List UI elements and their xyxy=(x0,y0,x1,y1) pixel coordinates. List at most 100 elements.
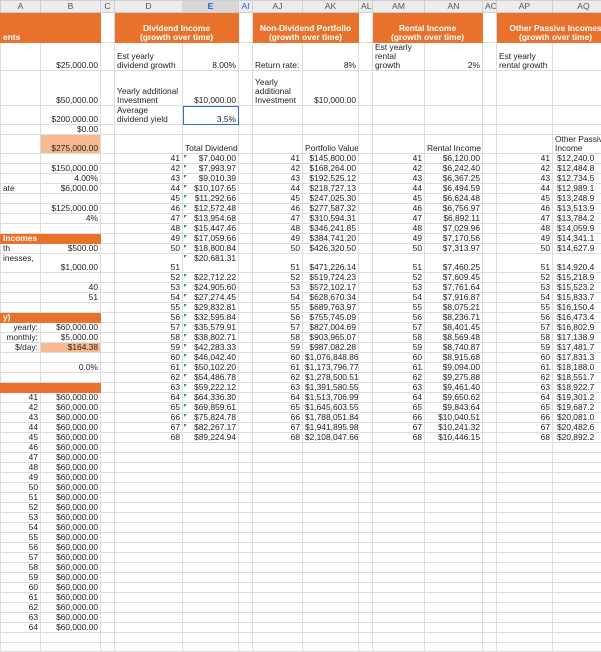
cell[interactable] xyxy=(115,125,183,135)
cell[interactable] xyxy=(303,106,359,125)
dividend-growth-label[interactable]: Est yearly dividend growth xyxy=(115,43,183,71)
cell[interactable] xyxy=(239,563,253,573)
cell[interactable] xyxy=(101,583,115,593)
age-cell[interactable]: 66 xyxy=(115,413,183,423)
cell[interactable] xyxy=(359,503,373,513)
cell[interactable] xyxy=(483,603,497,613)
cell[interactable] xyxy=(115,513,183,523)
cell[interactable] xyxy=(425,463,483,473)
cell[interactable] xyxy=(183,125,239,135)
other-income-value-cell[interactable]: $12,734.5 xyxy=(553,174,601,184)
age-cell[interactable]: 51 xyxy=(373,254,425,273)
cell[interactable] xyxy=(239,433,253,443)
cell[interactable] xyxy=(101,214,115,224)
cell[interactable] xyxy=(373,473,425,483)
cell[interactable] xyxy=(425,563,483,573)
cell[interactable] xyxy=(553,553,601,563)
portfolio-additional-input[interactable]: $10,000.00 xyxy=(303,71,359,106)
cell[interactable] xyxy=(425,473,483,483)
cell[interactable] xyxy=(303,443,359,453)
cell[interactable] xyxy=(253,125,303,135)
other-income-value-cell[interactable]: $17,138.9 xyxy=(553,333,601,343)
other-income-value-cell[interactable]: $19,301.2 xyxy=(553,393,601,403)
cell[interactable] xyxy=(183,533,239,543)
cell[interactable] xyxy=(483,483,497,493)
cell[interactable] xyxy=(553,523,601,533)
age-cell[interactable]: 61 xyxy=(1,593,41,603)
cell[interactable] xyxy=(373,573,425,583)
cell[interactable] xyxy=(359,583,373,593)
cell[interactable] xyxy=(303,583,359,593)
column-header-an[interactable]: AN xyxy=(425,1,483,13)
cell[interactable] xyxy=(101,633,115,643)
cell[interactable] xyxy=(101,353,115,363)
age-cell[interactable]: 64 xyxy=(497,393,553,403)
value-cell[interactable]: $25,000.00 xyxy=(41,43,101,71)
age-cell[interactable]: 45 xyxy=(253,194,303,204)
dividend-value-cell[interactable]: $20,681.31 xyxy=(183,254,239,273)
cell[interactable] xyxy=(359,493,373,503)
portfolio-value-cell[interactable]: $346,241.85 xyxy=(303,224,359,234)
cell[interactable] xyxy=(303,523,359,533)
label-cell[interactable] xyxy=(1,194,41,204)
cell[interactable] xyxy=(239,154,253,164)
cell[interactable] xyxy=(425,523,483,533)
age-cell[interactable]: 44 xyxy=(253,184,303,194)
cell[interactable] xyxy=(101,543,115,553)
cell[interactable] xyxy=(183,453,239,463)
dividend-value-cell[interactable]: $29,832.81 xyxy=(183,303,239,313)
age-cell[interactable]: 47 xyxy=(1,453,41,463)
other-income-value-cell[interactable]: $14,920.4 xyxy=(553,254,601,273)
rental-value-cell[interactable]: $9,275.88 xyxy=(425,373,483,383)
cell[interactable] xyxy=(303,573,359,583)
cell[interactable] xyxy=(303,642,359,652)
age-cell[interactable]: 49 xyxy=(253,234,303,244)
portfolio-value-cell[interactable]: $1,278,500.51 xyxy=(303,373,359,383)
cell[interactable] xyxy=(359,393,373,403)
cell[interactable] xyxy=(483,184,497,194)
cell[interactable] xyxy=(183,573,239,583)
age-cell[interactable]: 44 xyxy=(1,423,41,433)
cell[interactable] xyxy=(239,224,253,234)
cell[interactable] xyxy=(115,543,183,553)
age-cell[interactable]: 54 xyxy=(115,293,183,303)
cell[interactable] xyxy=(115,573,183,583)
value-cell[interactable]: $500.00 xyxy=(41,244,101,254)
rental-value-cell[interactable]: $6,756.97 xyxy=(425,204,483,214)
cell[interactable] xyxy=(239,642,253,652)
cell[interactable] xyxy=(1,633,41,643)
dividend-value-cell[interactable]: $54,486.78 xyxy=(183,373,239,383)
portfolio-value-cell[interactable]: $168,264.00 xyxy=(303,164,359,174)
expense-cell[interactable]: $60,000.00 xyxy=(41,483,101,493)
dividend-value-cell[interactable]: $59,222.12 xyxy=(183,383,239,393)
cell[interactable] xyxy=(359,353,373,363)
value-cell[interactable]: $60,000.00 xyxy=(41,323,101,333)
cell[interactable] xyxy=(359,533,373,543)
cell[interactable] xyxy=(359,323,373,333)
cell[interactable] xyxy=(483,194,497,204)
cell[interactable] xyxy=(101,164,115,174)
cell[interactable] xyxy=(483,283,497,293)
cell[interactable] xyxy=(425,503,483,513)
age-cell[interactable]: 62 xyxy=(497,373,553,383)
cell[interactable] xyxy=(303,543,359,553)
cell[interactable] xyxy=(1,71,41,106)
cell[interactable] xyxy=(483,273,497,283)
cell[interactable] xyxy=(553,533,601,543)
other-income-value-cell[interactable]: $18,922.7 xyxy=(553,383,601,393)
cell[interactable] xyxy=(497,513,553,523)
cell[interactable] xyxy=(359,473,373,483)
rental-value-cell[interactable]: $7,313.97 xyxy=(425,244,483,254)
cell[interactable] xyxy=(359,71,373,106)
cell[interactable] xyxy=(359,463,373,473)
cell[interactable] xyxy=(239,234,253,244)
cell[interactable] xyxy=(239,106,253,125)
cell[interactable] xyxy=(239,633,253,643)
cell[interactable] xyxy=(553,71,601,106)
dividend-value-cell[interactable]: $89,224.94 xyxy=(183,433,239,443)
rental-value-cell[interactable]: $8,915.68 xyxy=(425,353,483,363)
cell[interactable] xyxy=(253,523,303,533)
age-cell[interactable]: 45 xyxy=(497,194,553,204)
cell[interactable] xyxy=(239,543,253,553)
column-header-aq[interactable]: AQ xyxy=(553,1,601,13)
